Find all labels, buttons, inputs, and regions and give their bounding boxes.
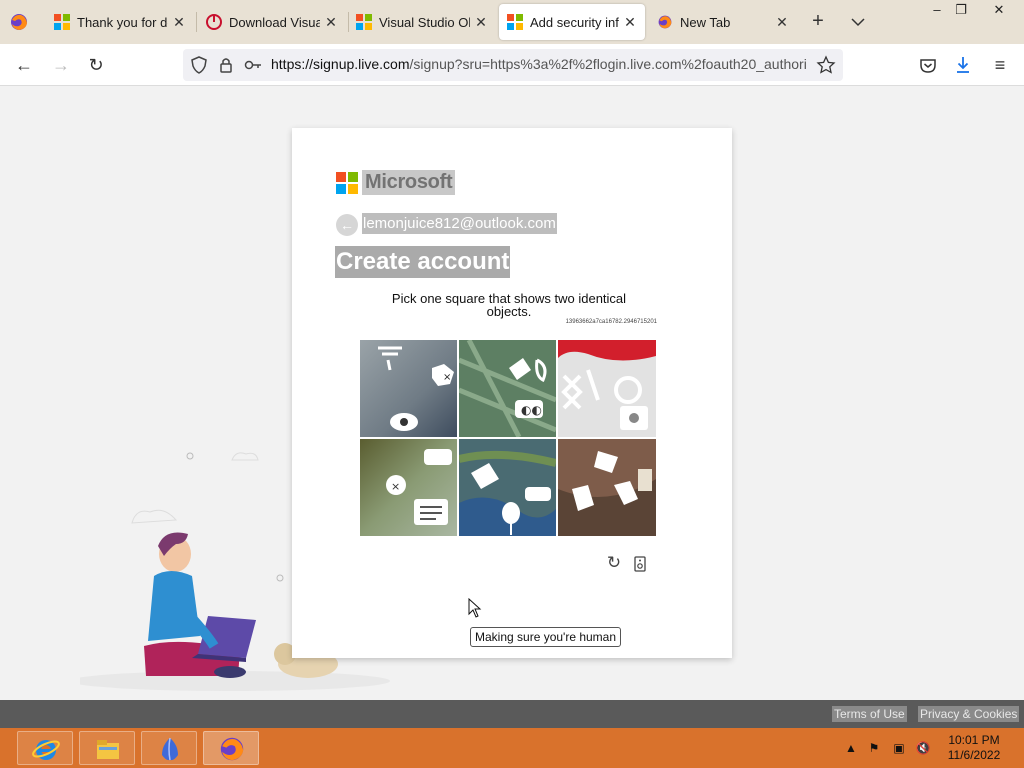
taskbar-internet-explorer[interactable] (17, 731, 73, 765)
tab-new-tab[interactable]: New Tab ✕ (649, 0, 797, 44)
puzzle-tile-3[interactable] (558, 340, 656, 437)
internet-explorer-icon (32, 740, 60, 760)
url-path: /signup?sru=https%3a%2f%2flogin.live.com… (409, 56, 807, 72)
chevron-down-icon[interactable] (848, 10, 868, 34)
system-clock[interactable]: 10:01 PM 11/6/2022 (938, 733, 1010, 763)
page-content: Microsoft ← lemonjuice812@outlook.com Cr… (0, 86, 1024, 700)
mouse-cursor-icon (468, 598, 482, 618)
tab-title: Download Visual (229, 14, 320, 30)
back-arrow-icon[interactable]: ← (11, 52, 37, 78)
signup-card: Microsoft ← lemonjuice812@outlook.com Cr… (292, 128, 732, 658)
brand-name: Microsoft (362, 170, 456, 195)
svg-text:×: × (443, 372, 451, 383)
page-title: Create account (335, 246, 511, 278)
microsoft-logo-icon (356, 14, 372, 30)
tab-title: Thank you for do (77, 14, 168, 30)
pocket-icon[interactable] (915, 52, 941, 78)
close-icon[interactable]: ✕ (474, 14, 488, 31)
blue-app-icon (162, 737, 178, 761)
tab-add-security-info[interactable]: Add security info ✕ (499, 4, 645, 40)
puzzle-tile-5[interactable] (459, 439, 556, 536)
microsoft-logo-icon (336, 172, 358, 194)
navigation-bar: ← → ↻ https://signup.live.com/signup?sru… (0, 44, 1024, 86)
tab-title: Add security info (530, 14, 619, 30)
privacy-cookies-link[interactable]: Privacy & Cookies (918, 706, 1020, 722)
microsoft-logo-icon (507, 14, 523, 30)
reload-icon[interactable]: ↻ (83, 52, 109, 78)
windows-taskbar: ▲ ⚑ ▣ 🔇 10:01 PM 11/6/2022 (0, 728, 1024, 768)
puzzle-instruction: Pick one square that shows two identical… (391, 291, 627, 319)
clock-time: 10:01 PM (948, 733, 1000, 747)
url-text[interactable]: https://signup.live.com/signup?sru=https… (271, 56, 807, 74)
terms-of-use-link[interactable]: Terms of Use (832, 706, 907, 722)
restore-icon[interactable]: ❐ (946, 0, 976, 22)
tab-thank-you[interactable]: Thank you for do ✕ (46, 0, 194, 44)
puzzle-image (558, 340, 656, 437)
shield-icon[interactable] (189, 55, 209, 75)
menu-hamburger-icon[interactable]: ≡ (987, 52, 1013, 78)
action-center-flag-icon[interactable]: ⚑ (866, 740, 882, 756)
key-icon[interactable] (243, 55, 263, 75)
puzzle-tile-1[interactable]: × (360, 340, 457, 437)
microsoft-logo-icon (54, 14, 70, 30)
puzzle-image: × (360, 340, 457, 437)
puzzle-image: × (360, 439, 457, 536)
tab-title: Visual Studio Old (379, 14, 470, 30)
download-icon[interactable] (950, 52, 976, 78)
puzzle-tile-6[interactable] (558, 439, 656, 536)
puzzle-image (459, 439, 556, 536)
firefox-icon[interactable] (9, 12, 29, 32)
human-verification-tooltip: Making sure you're human (470, 627, 622, 647)
tab-visual-studio-old[interactable]: Visual Studio Old ✕ (348, 0, 496, 44)
puzzle-tile-2[interactable]: ◐◐ (459, 340, 556, 437)
bookmark-star-icon[interactable] (816, 55, 836, 75)
page-footer: Terms of Use Privacy & Cookies (0, 700, 1024, 728)
close-icon[interactable]: ✕ (172, 14, 186, 31)
network-icon[interactable]: ▣ (891, 740, 907, 756)
firefox-icon (658, 15, 672, 29)
close-window-icon[interactable]: ✕ (984, 0, 1014, 22)
clock-date: 11/6/2022 (947, 748, 1001, 762)
puzzle-image: ◐◐ (459, 340, 556, 437)
red-power-icon (206, 14, 222, 30)
taskbar-firefox[interactable] (203, 731, 259, 765)
puzzle-id: 13963662a7ca16782.2946715201 (565, 319, 657, 325)
audio-challenge-icon[interactable] (634, 556, 646, 572)
puzzle-grid: × ◐◐ × (360, 340, 656, 536)
svg-text:◐◐: ◐◐ (521, 403, 542, 417)
new-tab-plus-icon[interactable]: + (808, 10, 828, 34)
svg-text:×: × (391, 480, 400, 493)
close-icon[interactable]: ✕ (324, 14, 338, 31)
url-host: https://signup.live.com (271, 56, 410, 72)
taskbar-app-blue[interactable] (141, 731, 197, 765)
tab-download-visual[interactable]: Download Visual ✕ (198, 0, 346, 44)
account-identity: lemonjuice812@outlook.com (362, 213, 557, 234)
address-bar[interactable]: https://signup.live.com/signup?sru=https… (183, 49, 843, 81)
folder-icon (97, 740, 119, 759)
refresh-puzzle-icon[interactable]: ↻ (605, 554, 623, 572)
tab-strip: Thank you for do ✕ Download Visual ✕ Vis… (0, 0, 1024, 44)
back-arrow-icon[interactable]: ← (336, 214, 358, 236)
forward-arrow-icon[interactable]: → (48, 52, 74, 78)
firefox-icon (220, 737, 244, 761)
puzzle-image (558, 439, 656, 536)
volume-muted-icon[interactable]: 🔇 (915, 740, 931, 756)
taskbar-file-explorer[interactable] (79, 731, 135, 765)
close-icon[interactable]: ✕ (775, 14, 789, 31)
lock-icon[interactable] (216, 55, 236, 75)
show-hidden-icons-icon[interactable]: ▲ (843, 740, 859, 756)
tab-title: New Tab (680, 14, 731, 30)
close-icon[interactable]: ✕ (623, 14, 637, 31)
puzzle-tile-4[interactable]: × (360, 439, 457, 536)
tab-separator (196, 12, 197, 32)
